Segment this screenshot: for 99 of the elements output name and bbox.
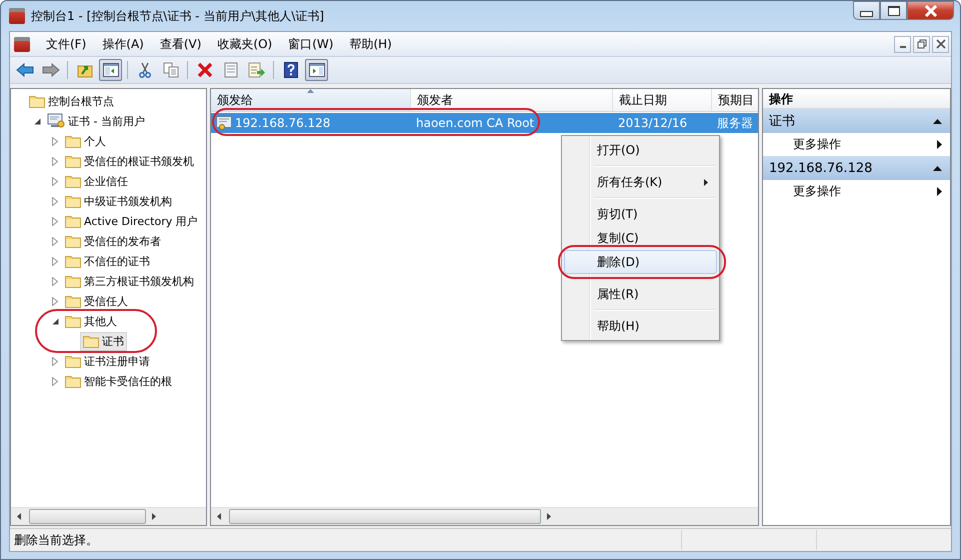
minimize-button[interactable] <box>894 36 911 52</box>
menu-item[interactable]: 帮助(H) <box>341 34 400 54</box>
delete-icon[interactable] <box>196 62 212 78</box>
section-title: 证书 <box>769 113 795 130</box>
collapsed-arrow-icon[interactable] <box>49 276 61 286</box>
tree-item[interactable]: Active Directory 用户 <box>62 212 201 230</box>
collapsed-arrow-icon[interactable] <box>49 216 61 226</box>
document-icon[interactable] <box>224 62 238 78</box>
folder-icon <box>65 174 81 188</box>
folder-icon <box>65 134 81 148</box>
window-title: 控制台1 - [控制台根节点\证书 - 当前用户\其他人\证书] <box>31 8 326 24</box>
collapsed-arrow-icon[interactable] <box>49 296 61 306</box>
table-cell: 192.168.76.128 <box>235 116 330 130</box>
horizontal-scrollbar[interactable] <box>211 507 758 525</box>
tree-item[interactable]: 企业信任 <box>62 172 131 190</box>
close-button[interactable] <box>907 1 954 20</box>
copy-icon[interactable] <box>162 62 178 78</box>
tree-item[interactable]: 不信任的证书 <box>62 252 153 270</box>
section-header[interactable]: 证书 <box>763 109 950 133</box>
tree-item[interactable]: 证书 <box>80 332 127 350</box>
collapsed-arrow-icon[interactable] <box>49 196 61 206</box>
tree-item[interactable]: 其他人 <box>62 312 120 330</box>
horizontal-scrollbar[interactable] <box>11 507 206 525</box>
folder-icon <box>65 234 81 248</box>
tree-item[interactable]: 个人 <box>62 132 109 150</box>
collapsed-arrow-icon[interactable] <box>49 356 61 366</box>
table-cell: 2013/12/16 <box>618 116 688 130</box>
collapsed-arrow-icon[interactable] <box>49 376 61 386</box>
table-cell: haoen.com CA Root <box>416 116 534 130</box>
folder-icon <box>29 94 45 108</box>
pane-icon[interactable] <box>102 63 118 77</box>
tree-item[interactable]: 受信任的发布者 <box>62 232 164 250</box>
folder-icon <box>65 214 81 228</box>
certificate-icon <box>216 115 232 131</box>
section-header[interactable]: 192.168.76.128 <box>763 156 950 180</box>
folder-icon <box>65 374 81 388</box>
certificate-store-icon <box>47 113 65 129</box>
tree-item[interactable]: 受信任人 <box>62 292 131 310</box>
close-icon <box>924 4 938 16</box>
restore-icon <box>916 39 926 49</box>
collapse-caret-icon[interactable] <box>933 118 942 124</box>
right-arrow-icon[interactable] <box>42 63 60 77</box>
folder-icon <box>65 294 81 308</box>
status-text: 删除当前选择。 <box>13 532 99 548</box>
collapsed-arrow-icon[interactable] <box>49 136 61 146</box>
tree-item[interactable]: 证书注册申请 <box>62 352 153 370</box>
close-button[interactable] <box>932 36 949 52</box>
pane-title: 操作 <box>763 89 950 109</box>
menu-item[interactable]: 删除(D) <box>564 250 717 274</box>
collapse-caret-icon[interactable] <box>933 166 942 170</box>
maximize-button[interactable] <box>880 1 907 20</box>
folder-icon <box>65 194 81 208</box>
tree-item[interactable]: 智能卡受信任的根 <box>62 372 175 390</box>
folder-icon <box>65 274 81 288</box>
section-title: 192.168.76.128 <box>769 160 872 176</box>
submenu-arrow-icon <box>937 140 942 149</box>
action-link[interactable]: 更多操作 <box>793 136 841 153</box>
column-header[interactable]: 颁发给 <box>211 89 411 111</box>
menu-item[interactable]: 打开(O) <box>564 138 717 162</box>
close-icon <box>936 39 946 49</box>
toolbox-icon <box>9 8 25 24</box>
minimize-button[interactable] <box>853 1 880 20</box>
table-cell: 服务器 <box>717 114 753 132</box>
menu-item[interactable]: 剪切(T) <box>564 202 717 226</box>
scissors-icon[interactable] <box>138 62 152 78</box>
menu-item[interactable]: 属性(R) <box>564 282 717 306</box>
tree-item[interactable]: 受信任的根证书颁发机 <box>62 152 197 170</box>
menu-item[interactable]: 帮助(H) <box>564 314 717 338</box>
help-icon[interactable] <box>284 62 298 78</box>
folder-icon <box>65 254 81 268</box>
tree-item[interactable]: 证书 - 当前用户 <box>44 111 148 131</box>
collapsed-arrow-icon[interactable] <box>49 156 61 166</box>
menu-item[interactable]: 窗口(W) <box>280 34 342 54</box>
tree-item[interactable]: 控制台根节点 <box>26 92 117 110</box>
menu-item[interactable]: 操作(A) <box>94 34 152 54</box>
collapsed-arrow-icon[interactable] <box>49 256 61 266</box>
left-arrow-icon[interactable] <box>16 63 34 77</box>
folder-icon <box>83 334 99 348</box>
menu-item[interactable]: 收藏夹(O) <box>209 34 280 54</box>
menu-item[interactable]: 复制(C) <box>564 226 717 250</box>
folder-icon <box>65 354 81 368</box>
collapsed-arrow-icon[interactable] <box>49 176 61 186</box>
folder-icon <box>65 154 81 168</box>
column-header[interactable]: 颁发者 <box>411 89 613 111</box>
toolbox-icon[interactable] <box>14 36 30 52</box>
menu-item[interactable]: 查看(V) <box>152 34 210 54</box>
action-link[interactable]: 更多操作 <box>793 183 841 200</box>
export-icon[interactable] <box>248 62 266 78</box>
tree-item[interactable]: 中级证书颁发机构 <box>62 192 175 210</box>
collapsed-arrow-icon[interactable] <box>49 236 61 246</box>
pane-icon[interactable] <box>308 63 324 77</box>
column-header[interactable]: 截止日期 <box>613 89 712 111</box>
menu-item[interactable]: 所有任务(K) <box>564 170 717 194</box>
folder-icon <box>65 314 81 328</box>
submenu-arrow-icon <box>704 178 708 186</box>
restore-button[interactable] <box>913 36 930 52</box>
menu-item[interactable]: 文件(F) <box>38 34 94 54</box>
submenu-arrow-icon <box>937 187 942 196</box>
tree-item[interactable]: 第三方根证书颁发机构 <box>62 272 197 290</box>
